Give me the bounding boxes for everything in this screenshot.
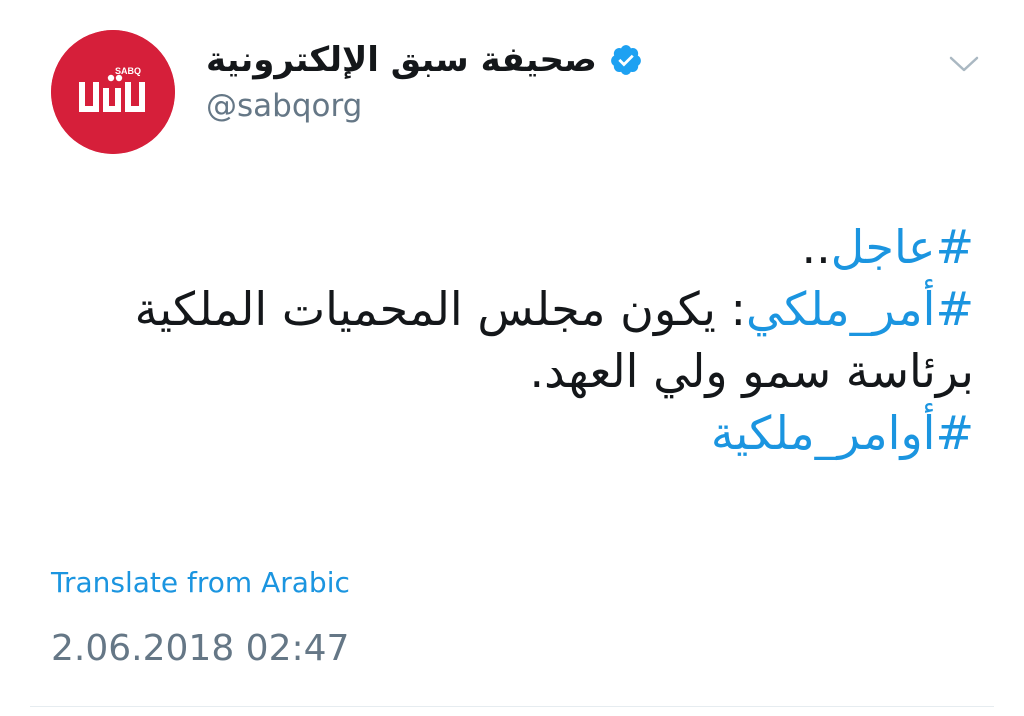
- verified-badge-icon: [609, 43, 643, 77]
- tweet-text-segment: : يكون مجلس المحميات الملكية: [134, 282, 747, 336]
- tweet-text-segment: ..: [801, 220, 831, 274]
- avatar-logo-text: SABQ: [115, 66, 141, 76]
- hashtag-link[interactable]: #عاجل: [831, 220, 974, 274]
- sabq-logo-icon: SABQ: [51, 30, 175, 154]
- tweet-line: #أوامر_ملكية: [54, 402, 974, 464]
- tweet-line: #عاجل..: [54, 216, 974, 278]
- tweet-line: #أمر_ملكي: يكون مجلس المحميات الملكية: [54, 278, 974, 340]
- tweet-card: SABQ صحيفة سبق الإلكترونية @sabqorg #عاج…: [0, 0, 1024, 716]
- divider: [30, 706, 994, 707]
- hashtag-link[interactable]: #أمر_ملكي: [746, 282, 974, 336]
- translate-link[interactable]: Translate from Arabic: [51, 566, 350, 599]
- tweet-text: #عاجل.. #أمر_ملكي: يكون مجلس المحميات ال…: [54, 216, 974, 464]
- chevron-down-icon[interactable]: [948, 54, 980, 74]
- author-name-row[interactable]: صحيفة سبق الإلكترونية: [206, 34, 643, 86]
- author-handle[interactable]: @sabqorg: [206, 88, 362, 124]
- author-avatar[interactable]: SABQ: [51, 30, 175, 154]
- tweet-timestamp[interactable]: 2.06.2018 02:47: [51, 628, 349, 669]
- tweet-text-segment: برئاسة سمو ولي العهد.: [529, 344, 974, 398]
- tweet-line: برئاسة سمو ولي العهد.: [54, 340, 974, 402]
- hashtag-link[interactable]: #أوامر_ملكية: [711, 406, 974, 460]
- author-display-name[interactable]: صحيفة سبق الإلكترونية: [206, 40, 597, 80]
